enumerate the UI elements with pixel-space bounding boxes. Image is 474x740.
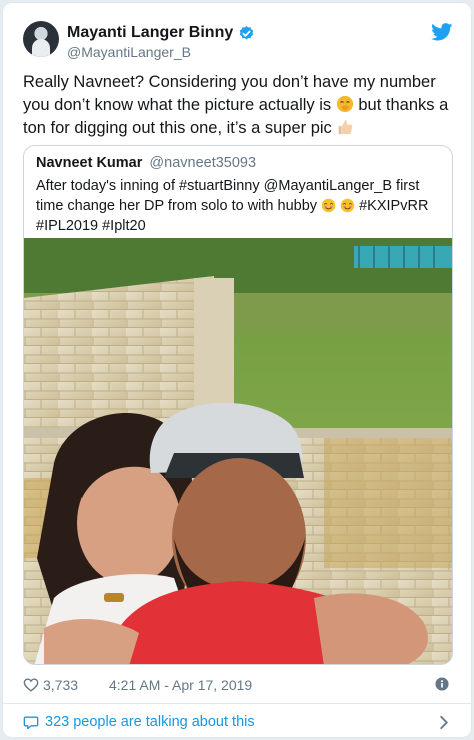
quoted-tweet-photo[interactable]	[24, 238, 453, 665]
face-with-hand-over-mouth-emoji-icon	[336, 95, 353, 113]
quoted-tweet-header: Navneet Kumar @navneet35093	[36, 155, 256, 171]
author-display-name[interactable]: Mayanti Langer Binny	[67, 24, 233, 42]
tweet-card: Mayanti Langer Binny @MayantiLanger_B Re…	[2, 2, 472, 738]
smiling-face-emoji-icon	[321, 198, 336, 213]
author-name-row[interactable]: Mayanti Langer Binny	[67, 24, 255, 42]
tweet-text: Really Navneet? Considering you don’t ha…	[23, 71, 453, 140]
author-avatar[interactable]	[23, 21, 59, 57]
thumbs-up-emoji-icon	[339, 120, 353, 135]
like-count[interactable]: 3,733	[43, 677, 78, 693]
speech-bubble-icon	[23, 716, 39, 730]
quoted-tweet-text: After today's inning of #stuartBinny @Ma…	[36, 176, 446, 236]
chevron-right-icon[interactable]	[439, 715, 449, 730]
verified-badge-icon	[240, 25, 254, 39]
twitter-bird-icon[interactable]	[431, 23, 453, 41]
quoted-author-handle[interactable]: @navneet35093	[149, 155, 256, 171]
footer-divider	[3, 703, 471, 704]
info-icon[interactable]	[435, 677, 449, 691]
quoted-tweet[interactable]: Navneet Kumar @navneet35093 After today'…	[23, 145, 453, 665]
tweet-header: Mayanti Langer Binny @MayantiLanger_B	[23, 21, 453, 65]
tweet-timestamp[interactable]: 4:21 AM - Apr 17, 2019	[109, 677, 252, 693]
conversation-link[interactable]: 323 people are talking about this	[23, 713, 453, 733]
author-handle[interactable]: @MayantiLanger_B	[67, 44, 191, 60]
conversation-label[interactable]: 323 people are talking about this	[45, 714, 255, 730]
quoted-author-name[interactable]: Navneet Kumar	[36, 155, 142, 171]
tweet-meta: 3,733 4:21 AM - Apr 17, 2019	[23, 675, 453, 697]
heart-icon[interactable]	[23, 677, 39, 692]
smiling-face-emoji-icon	[340, 198, 355, 213]
